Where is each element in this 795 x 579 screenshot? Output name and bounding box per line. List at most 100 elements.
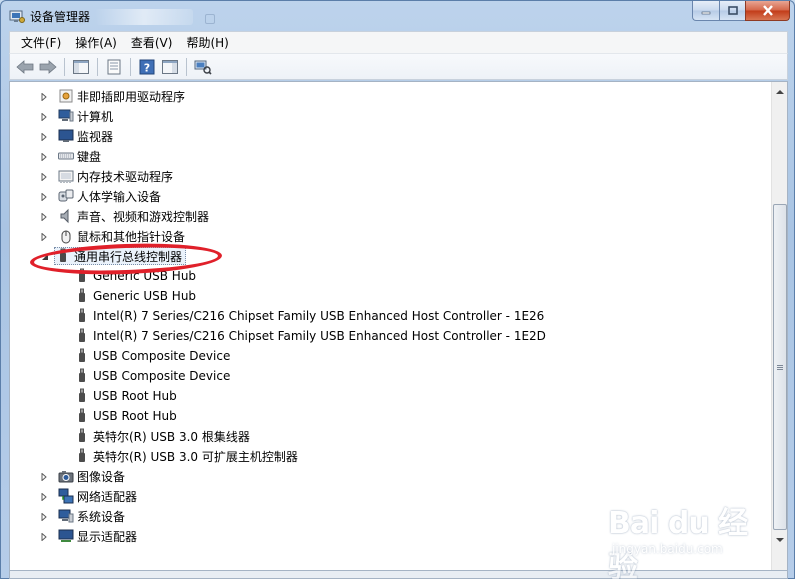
window-controls: [692, 1, 790, 21]
scan-hardware-icon: [194, 60, 212, 75]
close-button[interactable]: [745, 1, 790, 21]
tree-category[interactable]: 非即插即用驱动程序: [40, 86, 185, 106]
keyboard-icon: [58, 148, 74, 164]
scrollbar-thumb[interactable]: [773, 204, 787, 530]
title-blur-overlay: [95, 9, 193, 25]
category-label: 非即插即用驱动程序: [77, 89, 186, 104]
tree-category[interactable]: 计算机: [40, 106, 113, 126]
tree-category[interactable]: 网络适配器: [40, 486, 137, 506]
mouse-icon: [58, 228, 74, 244]
tree-device[interactable]: USB Composite Device: [74, 366, 230, 386]
expand-arrow-icon[interactable]: [39, 172, 48, 181]
device-manager-icon: [9, 8, 25, 24]
tree-device[interactable]: 英特尔(R) USB 3.0 可扩展主机控制器: [74, 446, 298, 466]
tree-device[interactable]: 英特尔(R) USB 3.0 根集线器: [74, 426, 250, 446]
category-label: 声音、视频和游戏控制器: [77, 209, 210, 224]
tree-device[interactable]: USB Composite Device: [74, 346, 230, 366]
menu-action[interactable]: 操作(A): [68, 33, 124, 53]
minimize-button[interactable]: [692, 1, 719, 21]
display-icon: [58, 528, 74, 544]
usb-device-icon: [74, 368, 90, 384]
tree-category[interactable]: 显示适配器: [40, 526, 137, 546]
expand-arrow-icon[interactable]: [39, 472, 48, 481]
expand-arrow-icon[interactable]: [39, 132, 48, 141]
toolbar: ?: [9, 53, 788, 80]
properties-button[interactable]: [103, 56, 125, 78]
tree-device[interactable]: Intel(R) 7 Series/C216 Chipset Family US…: [74, 306, 544, 326]
computer-icon: [58, 108, 74, 124]
category-label: 计算机: [77, 109, 114, 124]
system-icon: [58, 508, 74, 524]
tree-category[interactable]: 人体学输入设备: [40, 186, 161, 206]
tree-device[interactable]: Generic USB Hub: [74, 286, 196, 306]
scroll-down-button[interactable]: [772, 532, 788, 548]
driver-icon: [58, 88, 74, 104]
menu-help[interactable]: 帮助(H): [179, 33, 235, 53]
action-pane-button[interactable]: [159, 56, 181, 78]
expand-arrow-icon[interactable]: [39, 152, 48, 161]
vertical-scrollbar[interactable]: [771, 82, 787, 570]
device-label: Generic USB Hub: [93, 289, 197, 303]
usb-device-icon: [74, 428, 90, 444]
category-label: 图像设备: [77, 469, 126, 484]
expand-arrow-icon[interactable]: [39, 532, 48, 541]
title-bar[interactable]: 设备管理器: [1, 1, 795, 31]
toolbar-separator: [130, 57, 131, 76]
expand-arrow-icon[interactable]: [39, 192, 48, 201]
usb-device-icon: [74, 448, 90, 464]
scan-hardware-button[interactable]: [192, 56, 214, 78]
tree-device[interactable]: USB Root Hub: [74, 386, 177, 406]
toolbar-separator: [64, 57, 65, 76]
expand-arrow-icon[interactable]: [39, 112, 48, 121]
expand-arrow-icon[interactable]: [39, 92, 48, 101]
category-label: 人体学输入设备: [77, 189, 162, 204]
tree-category[interactable]: 图像设备: [40, 466, 125, 486]
back-button[interactable]: [14, 56, 36, 78]
help-button[interactable]: ?: [136, 56, 158, 78]
expand-arrow-icon[interactable]: [39, 492, 48, 501]
toolbar-separator: [186, 57, 187, 76]
tree-category[interactable]: 内存技术驱动程序: [40, 166, 173, 186]
menu-file[interactable]: 文件(F): [14, 33, 68, 53]
tree-category[interactable]: 声音、视频和游戏控制器: [40, 206, 209, 226]
forward-button[interactable]: [37, 56, 59, 78]
close-icon: [762, 5, 773, 16]
device-label: Intel(R) 7 Series/C216 Chipset Family US…: [93, 329, 546, 343]
device-label: USB Composite Device: [93, 349, 231, 363]
expand-arrow-icon[interactable]: [39, 512, 48, 521]
tree-category[interactable]: 键盘: [40, 146, 101, 166]
scroll-up-button[interactable]: [772, 84, 788, 100]
category-label: 监视器: [77, 129, 114, 144]
memory-icon: [58, 168, 74, 184]
watermark-url: jingyan.baidu.com: [612, 542, 723, 556]
action-pane-icon: [162, 59, 178, 74]
tree-device[interactable]: Intel(R) 7 Series/C216 Chipset Family US…: [74, 326, 546, 346]
menu-view[interactable]: 查看(V): [124, 33, 180, 53]
speaker-icon: [58, 208, 74, 224]
category-label: 鼠标和其他指针设备: [77, 229, 186, 244]
properties-icon: [107, 59, 121, 74]
usb-device-icon: [74, 388, 90, 404]
hid-icon: [58, 188, 74, 204]
tree-category[interactable]: 系统设备: [40, 506, 125, 526]
usb-device-icon: [74, 348, 90, 364]
tree-device[interactable]: USB Root Hub: [74, 406, 177, 426]
device-label: USB Root Hub: [93, 409, 177, 423]
window-frame: 设备管理器 文件(F) 操作(A) 查看(V) 帮助(H) ? 非即插即用驱动程…: [0, 0, 795, 579]
scroll-down-icon: [776, 538, 784, 542]
maximize-button[interactable]: [719, 1, 745, 21]
device-label: 英特尔(R) USB 3.0 根集线器: [93, 429, 250, 444]
scroll-up-icon: [776, 90, 784, 94]
category-label: 显示适配器: [77, 529, 138, 544]
watermark-logo: Bai du 经验: [608, 506, 748, 579]
usb-device-icon: [74, 308, 90, 324]
camera-icon: [58, 468, 74, 484]
tree-category[interactable]: 监视器: [40, 126, 113, 146]
category-label: 系统设备: [77, 509, 126, 524]
console-tree-button[interactable]: [70, 56, 92, 78]
device-label: Intel(R) 7 Series/C216 Chipset Family US…: [93, 309, 545, 323]
usb-device-icon: [74, 328, 90, 344]
thumb-grip: [777, 367, 783, 368]
expand-arrow-icon[interactable]: [39, 212, 48, 221]
expand-arrow-icon[interactable]: [39, 232, 48, 241]
